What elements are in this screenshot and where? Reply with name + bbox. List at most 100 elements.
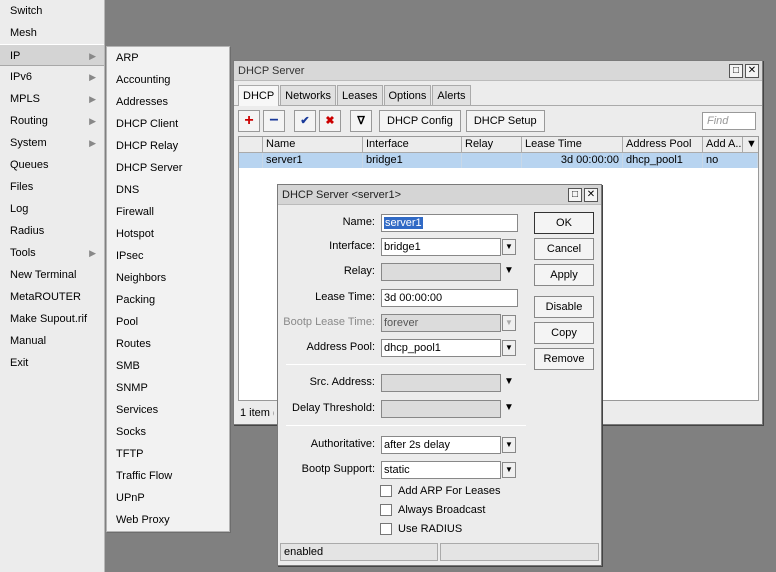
add-icon[interactable]: +	[238, 109, 260, 132]
column-relay[interactable]: Relay	[462, 137, 522, 152]
interface-field[interactable]: bridge1	[381, 238, 501, 256]
lease-time-field[interactable]: 3d 00:00:00	[381, 289, 518, 307]
submenu-item-pool[interactable]: Pool	[107, 311, 229, 333]
submenu-item-services[interactable]: Services	[107, 399, 229, 421]
column-menu-icon[interactable]: ▼	[743, 137, 758, 152]
restore-icon[interactable]: □	[568, 188, 582, 202]
dhcp-setup-button[interactable]: DHCP Setup	[465, 109, 545, 132]
ok-button[interactable]: OK	[534, 212, 594, 234]
submenu-item-tftp[interactable]: TFTP	[107, 443, 229, 465]
submenu-item-hotspot[interactable]: Hotspot	[107, 223, 229, 245]
add-arp-checkbox[interactable]	[380, 485, 392, 498]
menu-item-label: Tools	[10, 247, 36, 259]
menu-item-queues[interactable]: Queues	[0, 154, 104, 176]
enable-icon[interactable]: ✔	[294, 109, 316, 132]
dropdown-icon[interactable]: ▼	[502, 340, 516, 356]
column-lease-time[interactable]: Lease Time	[522, 137, 623, 152]
submenu-item-dhcp-relay[interactable]: DHCP Relay	[107, 135, 229, 157]
menu-item-mpls[interactable]: MPLS ▶	[0, 88, 104, 110]
table-row[interactable]: server1 bridge1 3d 00:00:00 dhcp_pool1 n…	[239, 153, 758, 168]
dropdown-icon[interactable]: ▼	[502, 264, 516, 280]
dhcp-window-titlebar[interactable]: DHCP Server □ ✕	[234, 61, 762, 81]
menu-item-radius[interactable]: Radius	[0, 220, 104, 242]
apply-button[interactable]: Apply	[534, 264, 594, 286]
submenu-item-arp[interactable]: ARP	[107, 47, 229, 69]
menu-item-switch[interactable]: Switch	[0, 0, 104, 22]
authoritative-field[interactable]: after 2s delay	[381, 436, 501, 454]
dropdown-icon[interactable]: ▼	[502, 375, 516, 391]
submenu-item-routes[interactable]: Routes	[107, 333, 229, 355]
remove-icon[interactable]: −	[263, 109, 285, 132]
menu-item-metarouter[interactable]: MetaROUTER	[0, 286, 104, 308]
disable-button[interactable]: Disable	[534, 296, 594, 318]
bootp-support-row: Bootp Support: static ▼	[278, 461, 538, 479]
submenu-item-accounting[interactable]: Accounting	[107, 69, 229, 91]
use-radius-checkbox-row[interactable]: Use RADIUS	[380, 523, 462, 539]
submenu-item-ipsec[interactable]: IPsec	[107, 245, 229, 267]
tab-dhcp[interactable]: DHCP	[238, 85, 280, 106]
copy-button[interactable]: Copy	[534, 322, 594, 344]
menu-item-mesh[interactable]: Mesh	[0, 22, 104, 44]
submenu-item-traffic-flow[interactable]: Traffic Flow	[107, 465, 229, 487]
cancel-button[interactable]: Cancel	[534, 238, 594, 260]
disable-icon[interactable]: ✖	[319, 109, 341, 132]
add-arp-checkbox-row[interactable]: Add ARP For Leases	[380, 485, 501, 501]
restore-icon[interactable]: □	[729, 64, 743, 78]
submenu-item-snmp[interactable]: SNMP	[107, 377, 229, 399]
dhcp-server-dialog: DHCP Server <server1> □ ✕ Name: server1 …	[277, 184, 602, 566]
submenu-item-dhcp-client[interactable]: DHCP Client	[107, 113, 229, 135]
use-radius-checkbox[interactable]	[380, 523, 392, 536]
dialog-titlebar[interactable]: DHCP Server <server1> □ ✕	[278, 185, 601, 205]
menu-item-tools[interactable]: Tools ▶	[0, 242, 104, 264]
dropdown-icon[interactable]: ▼	[502, 462, 516, 478]
dropdown-icon[interactable]: ▼	[502, 239, 516, 255]
submenu-item-upnp[interactable]: UPnP	[107, 487, 229, 509]
tab-networks[interactable]: Networks	[280, 85, 337, 105]
submenu-item-socks[interactable]: Socks	[107, 421, 229, 443]
submenu-item-dns[interactable]: DNS	[107, 179, 229, 201]
find-input[interactable]: Find	[702, 112, 756, 130]
menu-item-routing[interactable]: Routing ▶	[0, 110, 104, 132]
address-pool-field[interactable]: dhcp_pool1	[381, 339, 501, 357]
column-add-arp[interactable]: Add A...	[703, 137, 743, 152]
always-broadcast-checkbox-row[interactable]: Always Broadcast	[380, 504, 485, 520]
submenu-item-firewall[interactable]: Firewall	[107, 201, 229, 223]
name-field[interactable]: server1	[381, 214, 518, 232]
delay-threshold-field[interactable]	[381, 400, 501, 418]
relay-field[interactable]	[381, 263, 501, 281]
close-icon[interactable]: ✕	[745, 64, 759, 78]
submenu-item-smb[interactable]: SMB	[107, 355, 229, 377]
menu-item-log[interactable]: Log	[0, 198, 104, 220]
column-name[interactable]: Name	[263, 137, 363, 152]
close-icon[interactable]: ✕	[584, 188, 598, 202]
filter-icon[interactable]: ∇	[350, 109, 372, 132]
submenu-item-dhcp-server[interactable]: DHCP Server	[107, 157, 229, 179]
submenu-item-packing[interactable]: Packing	[107, 289, 229, 311]
menu-item-files[interactable]: Files	[0, 176, 104, 198]
bootp-support-field[interactable]: static	[381, 461, 501, 479]
dropdown-icon[interactable]: ▼	[502, 401, 516, 417]
submenu-item-addresses[interactable]: Addresses	[107, 91, 229, 113]
tab-alerts[interactable]: Alerts	[432, 85, 471, 105]
row-marker	[239, 153, 263, 168]
column-address-pool[interactable]: Address Pool	[623, 137, 703, 152]
menu-item-system[interactable]: System ▶	[0, 132, 104, 154]
column-interface[interactable]: Interface	[363, 137, 462, 152]
menu-item-new-terminal[interactable]: New Terminal	[0, 264, 104, 286]
submenu-arrow-icon: ▶	[89, 72, 96, 82]
remove-button[interactable]: Remove	[534, 348, 594, 370]
dhcp-config-button[interactable]: DHCP Config	[379, 109, 461, 132]
src-address-field[interactable]	[381, 374, 501, 392]
menu-item-ipv6[interactable]: IPv6 ▶	[0, 66, 104, 88]
menu-item-ip[interactable]: IP ▶	[0, 44, 104, 66]
dropdown-icon: ▼	[502, 315, 516, 331]
dropdown-icon[interactable]: ▼	[502, 437, 516, 453]
menu-item-exit[interactable]: Exit	[0, 352, 104, 374]
submenu-item-web-proxy[interactable]: Web Proxy	[107, 509, 229, 531]
always-broadcast-checkbox[interactable]	[380, 504, 392, 517]
menu-item-make-supout-rif[interactable]: Make Supout.rif	[0, 308, 104, 330]
tab-options[interactable]: Options	[383, 85, 432, 105]
tab-leases[interactable]: Leases	[337, 85, 383, 105]
menu-item-manual[interactable]: Manual	[0, 330, 104, 352]
submenu-item-neighbors[interactable]: Neighbors	[107, 267, 229, 289]
